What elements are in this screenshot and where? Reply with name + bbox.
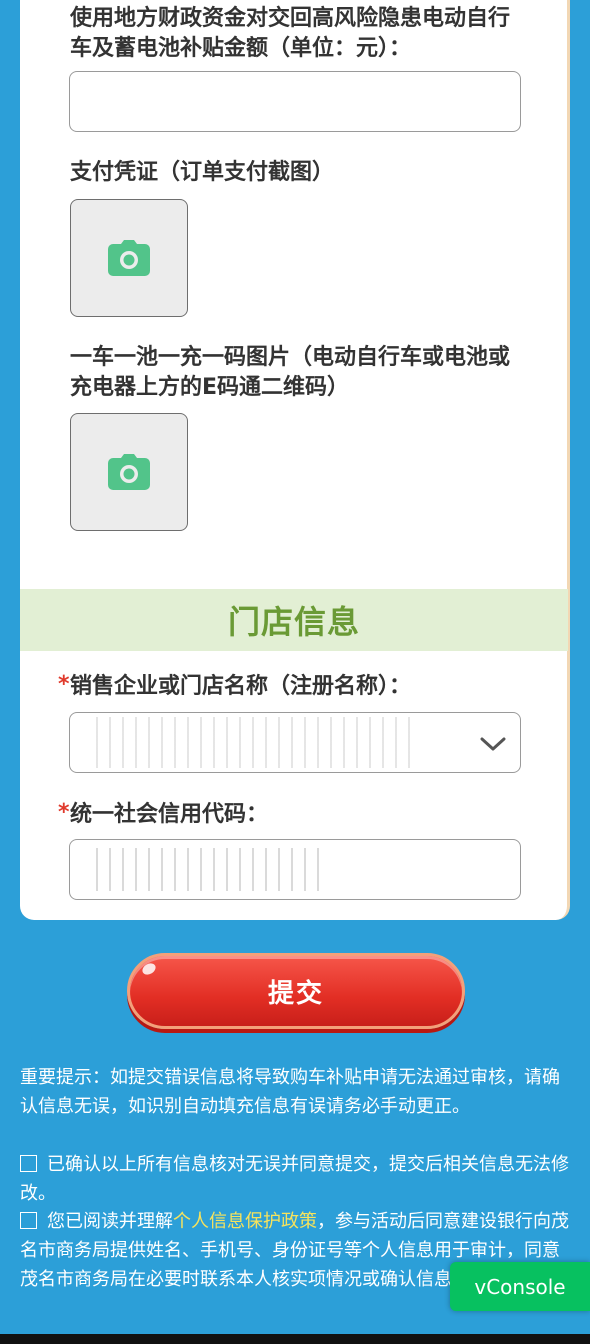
- camera-icon: [108, 240, 150, 276]
- store-name-label: 销售企业或门店名称（注册名称）：: [70, 674, 412, 699]
- camera-icon: [108, 454, 150, 490]
- redacted-value: [90, 717, 410, 768]
- important-notice: 重要提示：如提交错误信息将导致购车补贴申请无法通过审核，请确认信息无误，如识别自…: [20, 1067, 560, 1117]
- confirm-checkbox[interactable]: [20, 1155, 37, 1172]
- ecode-upload[interactable]: [70, 413, 188, 531]
- vconsole-button[interactable]: vConsole: [450, 1262, 590, 1311]
- store-name-select[interactable]: [69, 712, 521, 773]
- payment-proof-upload[interactable]: [70, 199, 188, 317]
- confirm-text: 已确认以上所有信息核对无误并同意提交，提交后相关信息无法修改。: [20, 1154, 569, 1204]
- required-mark: *: [58, 672, 70, 697]
- button-shine: [140, 961, 158, 977]
- submit-label: 提交: [267, 978, 324, 1009]
- privacy-policy-link[interactable]: 个人信息保护政策: [173, 1211, 317, 1232]
- ecode-label: 一车一池一充一码图片（电动自行车或电池或充电器上方的E码通二维码）: [70, 345, 511, 400]
- bottom-bar: [0, 1334, 590, 1344]
- subsidy-amount-input[interactable]: [69, 71, 521, 132]
- submit-button[interactable]: 提交: [127, 953, 465, 1029]
- required-mark: *: [58, 800, 70, 825]
- redacted-value: [90, 848, 320, 891]
- confirm-row: 已确认以上所有信息核对无误并同意提交，提交后相关信息无法修改。: [20, 1150, 570, 1208]
- credit-code-input[interactable]: [69, 839, 521, 900]
- store-info-header: 门店信息: [20, 589, 568, 651]
- privacy-prefix: 您已阅读并理解: [47, 1211, 173, 1232]
- credit-code-label: 统一社会信用代码：: [70, 802, 269, 827]
- chevron-down-icon: [480, 737, 506, 751]
- subsidy-amount-label: 使用地方财政资金对交回高风险隐患电动自行车及蓄电池补贴金额（单位：元）：: [70, 6, 511, 61]
- payment-proof-label: 支付凭证（订单支付截图）: [70, 160, 335, 185]
- privacy-checkbox[interactable]: [20, 1212, 37, 1229]
